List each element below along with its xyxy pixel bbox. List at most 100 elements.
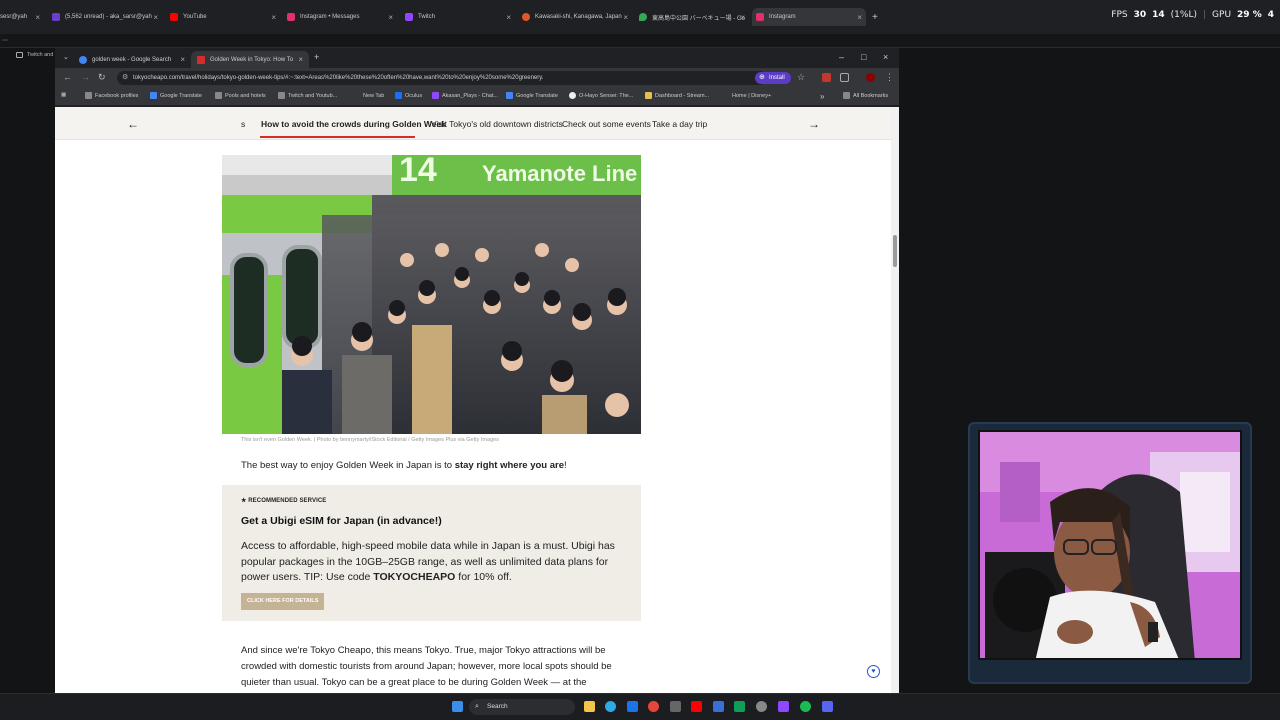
twitch-icon[interactable]	[778, 701, 789, 712]
background-window-edge: Twitch and	[0, 48, 55, 693]
bookmark-item[interactable]: Twitch and Youtub...	[278, 92, 337, 99]
profile-avatar[interactable]	[866, 73, 875, 82]
scrollbar[interactable]	[891, 107, 899, 693]
app-icon[interactable]	[670, 701, 681, 712]
site-info-icon[interactable]: ⚙	[122, 71, 128, 85]
dashboard-icon	[645, 92, 652, 99]
bookmark-label: All Bookmarks	[853, 92, 889, 99]
close-icon[interactable]: ×	[857, 13, 862, 22]
more-bookmarks-icon[interactable]: »	[820, 92, 824, 101]
obs-icon[interactable]	[756, 701, 767, 712]
close-icon[interactable]: ×	[35, 13, 40, 22]
discord-icon[interactable]	[822, 701, 833, 712]
section-item-avoid-crowds[interactable]: How to avoid the crowds during Golden We…	[261, 119, 446, 129]
bookmark-item[interactable]: Akasan_Plays - Chat...	[432, 92, 498, 99]
outer-tab-1[interactable]: (5,562 unread) - aka_sarsr@yah ×	[52, 8, 158, 26]
browser-window: ⌄ golden week - Google Search × Golden We…	[55, 48, 899, 693]
new-tab-button[interactable]: +	[314, 52, 319, 62]
forward-icon[interactable]: →	[81, 72, 90, 82]
map-pin-icon	[639, 13, 647, 21]
bookmark-item[interactable]: Facebook profiles	[85, 92, 138, 99]
bookmark-star-icon[interactable]: ☆	[797, 72, 805, 83]
bookmark-item[interactable]: O-Hayo Sensei: The...	[569, 92, 633, 99]
extensions-puzzle-icon[interactable]	[840, 73, 849, 82]
xbox-icon[interactable]	[734, 701, 745, 712]
outer-tab-5[interactable]: Kawasaki-shi, Kanagawa, Japan ×	[522, 8, 628, 26]
bookmark-label: Dashboard - Stream...	[655, 92, 710, 99]
url-field[interactable]: ⚙ tokyocheapo.com/travel/holidays/tokyo-…	[117, 71, 767, 85]
minimize-button[interactable]: –	[839, 52, 844, 62]
promo-body: Access to affordable, high-speed mobile …	[241, 539, 626, 586]
bookmark-item[interactable]: New Tab	[353, 92, 384, 99]
install-label: Install	[769, 75, 785, 81]
bookmark-item[interactable]: Google Translate	[150, 92, 202, 99]
outer-tab-label: Kawasaki-shi, Kanagawa, Japan	[535, 14, 622, 20]
photo-caption: This isn't even Golden Week. | Photo by …	[241, 437, 499, 443]
close-icon[interactable]: ×	[740, 13, 745, 22]
section-item-day-trip[interactable]: Take a day trip	[652, 119, 707, 129]
close-window-button[interactable]: ×	[883, 52, 888, 62]
outer-tab-2[interactable]: YouTube ×	[170, 8, 276, 26]
mail-icon[interactable]	[627, 701, 638, 712]
tab-search-icon[interactable]: ⌄	[63, 53, 69, 61]
section-item-partial[interactable]: s	[241, 119, 245, 129]
outer-tab-6[interactable]: 東高島中公園 バーベキュー場 - Go ×	[639, 8, 745, 26]
youtube-icon[interactable]	[691, 701, 702, 712]
install-app-button[interactable]: ⊕ Install	[755, 72, 791, 84]
apps-grid-icon[interactable]: ▦	[61, 92, 66, 98]
maximize-button[interactable]: □	[861, 52, 866, 62]
section-nav: ← s How to avoid the crowds during Golde…	[55, 107, 891, 140]
bookmark-folder-label[interactable]: Twitch and	[27, 52, 53, 58]
extension-icon[interactable]	[822, 73, 831, 82]
windows-start-icon[interactable]	[452, 701, 463, 712]
chrome-icon[interactable]	[648, 701, 659, 712]
para-text: The best way to enjoy Golden Week in Jap…	[241, 460, 455, 471]
close-icon[interactable]: ×	[271, 13, 276, 22]
edge-icon[interactable]	[605, 701, 616, 712]
file-explorer-icon[interactable]	[584, 701, 595, 712]
bookmark-label: Oculus	[405, 92, 423, 99]
bookmark-item[interactable]: Oculus	[395, 92, 422, 99]
section-item-events[interactable]: Check out some events	[562, 119, 651, 129]
close-icon[interactable]: ×	[623, 13, 628, 22]
close-icon[interactable]: ×	[506, 13, 511, 22]
heart-icon[interactable]: ♥	[867, 665, 880, 678]
tc-icon	[197, 55, 205, 64]
menu-kebab-icon[interactable]: ⋮	[885, 72, 894, 83]
gpu-value: 29 %	[1237, 10, 1262, 20]
page-icon	[722, 92, 729, 99]
fps-label: FPS	[1111, 10, 1128, 20]
tab-tokyo-cheapo[interactable]: Golden Week in Tokyo: How To ×	[191, 51, 309, 68]
outer-tab-label: Instagram • Messages	[300, 14, 360, 20]
bookmark-item[interactable]: Google Translate	[506, 92, 558, 99]
bookmark-item[interactable]: Pools and hotels	[215, 92, 266, 99]
spotify-icon[interactable]	[800, 701, 811, 712]
reload-icon[interactable]: ↻	[98, 72, 106, 83]
close-icon[interactable]: ×	[298, 55, 303, 64]
bookmark-item[interactable]: Home | Disney+	[722, 92, 771, 99]
scrollbar-thumb[interactable]	[893, 235, 897, 267]
crowded-train-photo	[222, 155, 641, 434]
outer-tab-4[interactable]: Twitch ×	[405, 8, 511, 26]
all-bookmarks[interactable]: All Bookmarks	[843, 92, 888, 99]
new-tab-button[interactable]: +	[872, 8, 882, 26]
tab-google-search[interactable]: golden week - Google Search ×	[73, 51, 191, 68]
sign-text: Yamanote Line	[482, 161, 638, 186]
sign-number: 14	[399, 155, 437, 189]
outer-tab-0[interactable]: sesr@yah ×	[0, 8, 40, 26]
promo-details-button[interactable]: CLICK HERE FOR DETAILS	[241, 593, 325, 610]
app-icon[interactable]	[713, 701, 724, 712]
secondary-strip: ⋯	[0, 34, 1280, 48]
close-icon[interactable]: ×	[388, 13, 393, 22]
next-section-arrow-icon[interactable]: →	[808, 117, 820, 131]
taskbar-search[interactable]: ⌕ Search	[469, 699, 575, 715]
close-icon[interactable]: ×	[180, 55, 185, 64]
outer-tab-label: 東高島中公園 バーベキュー場 - Go	[652, 15, 745, 22]
close-icon[interactable]: ×	[153, 13, 158, 22]
section-item-downtown[interactable]: Visit Tokyo's old downtown districts	[431, 119, 563, 129]
outer-tab-3[interactable]: Instagram • Messages ×	[287, 8, 393, 26]
outer-tab-7[interactable]: Instagram ×	[752, 8, 866, 26]
back-icon[interactable]: ←	[63, 72, 72, 82]
prev-section-arrow-icon[interactable]: ←	[127, 117, 139, 131]
bookmark-item[interactable]: Dashboard - Stream...	[645, 92, 709, 99]
